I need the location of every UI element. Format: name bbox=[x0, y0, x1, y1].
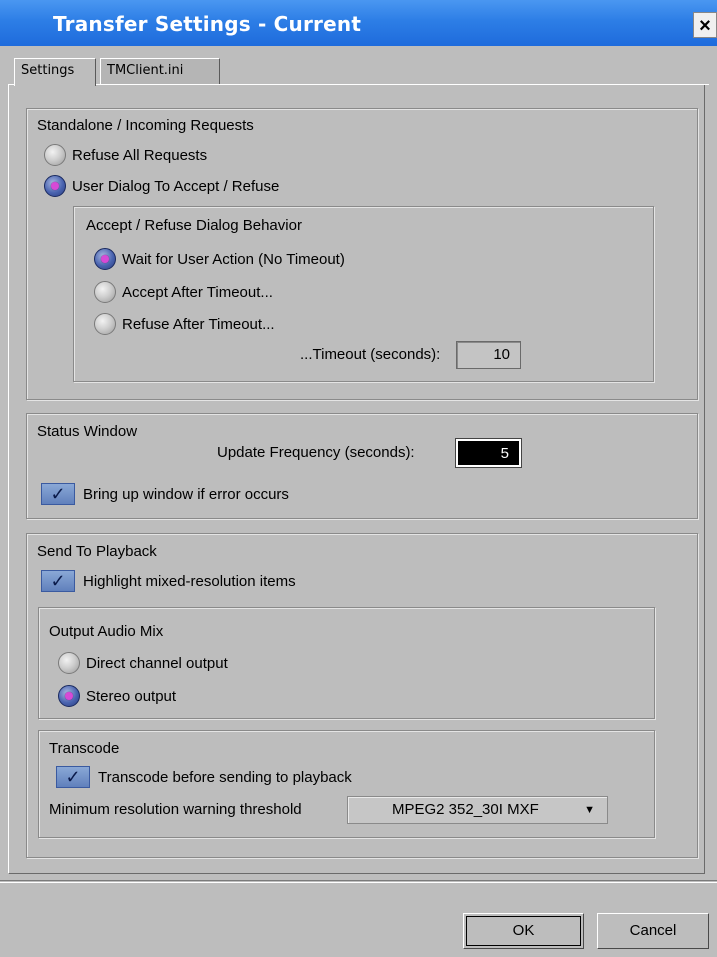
highlight-mixed-label: Highlight mixed-resolution items bbox=[83, 572, 296, 590]
checkmark-icon: ✓ bbox=[56, 766, 90, 788]
ok-button[interactable]: OK bbox=[463, 913, 584, 949]
radio-off-icon bbox=[94, 313, 116, 335]
user-dialog-radio[interactable]: User Dialog To Accept / Refuse bbox=[44, 175, 279, 197]
wait-user-action-radio[interactable]: Wait for User Action (No Timeout) bbox=[94, 248, 345, 270]
resolution-threshold-value: MPEG2 352_30I MXF bbox=[392, 801, 539, 818]
close-icon: × bbox=[699, 15, 711, 37]
cancel-button[interactable]: Cancel bbox=[597, 913, 709, 949]
tab-tmclient-ini[interactable]: TMClient.ini bbox=[100, 58, 220, 84]
resolution-threshold-label: Minimum resolution warning threshold bbox=[49, 801, 302, 818]
refuse-after-timeout-radio[interactable]: Refuse After Timeout... bbox=[94, 313, 275, 335]
update-frequency-label: Update Frequency (seconds): bbox=[217, 444, 415, 461]
dialog-behavior-legend: Accept / Refuse Dialog Behavior bbox=[86, 217, 302, 234]
wait-user-action-label: Wait for User Action (No Timeout) bbox=[122, 250, 345, 268]
window-title: Transfer Settings - Current bbox=[53, 12, 362, 36]
stereo-output-radio[interactable]: Stereo output bbox=[58, 685, 176, 707]
transcode-label: Transcode before sending to playback bbox=[98, 768, 352, 786]
transcode-legend: Transcode bbox=[49, 740, 120, 757]
output-audio-mix-legend: Output Audio Mix bbox=[49, 623, 164, 640]
resolution-threshold-select[interactable]: MPEG2 352_30I MXF ▼ bbox=[347, 796, 608, 824]
status-window-legend: Status Window bbox=[37, 423, 138, 440]
radio-off-icon bbox=[94, 281, 116, 303]
radio-on-icon bbox=[44, 175, 66, 197]
tab-divider bbox=[8, 84, 709, 85]
transfer-settings-window: Transfer Settings - Current × Settings T… bbox=[0, 0, 717, 957]
radio-off-icon bbox=[58, 652, 80, 674]
transcode-checkbox[interactable]: ✓ Transcode before sending to playback bbox=[56, 766, 352, 788]
stereo-output-label: Stereo output bbox=[86, 687, 177, 705]
radio-off-icon bbox=[44, 144, 66, 166]
close-button[interactable]: × bbox=[693, 12, 717, 38]
chevron-down-icon: ▼ bbox=[584, 804, 595, 816]
footer-divider bbox=[0, 880, 717, 881]
send-to-playback-legend: Send To Playback bbox=[37, 543, 157, 560]
accept-after-timeout-label: Accept After Timeout... bbox=[122, 283, 273, 301]
refuse-all-radio[interactable]: Refuse All Requests bbox=[44, 144, 207, 166]
refuse-after-timeout-label: Refuse After Timeout... bbox=[122, 315, 275, 333]
tab-settings[interactable]: Settings bbox=[14, 58, 96, 86]
checkmark-icon: ✓ bbox=[41, 570, 75, 592]
bring-up-window-checkbox[interactable]: ✓ Bring up window if error occurs bbox=[41, 483, 289, 505]
update-frequency-field[interactable]: 5 bbox=[455, 438, 522, 468]
direct-channel-label: Direct channel output bbox=[86, 654, 228, 672]
radio-on-icon bbox=[58, 685, 80, 707]
title-bar: Transfer Settings - Current × bbox=[0, 0, 717, 46]
standalone-requests-legend: Standalone / Incoming Requests bbox=[37, 117, 254, 134]
refuse-all-label: Refuse All Requests bbox=[72, 146, 208, 164]
radio-on-icon bbox=[94, 248, 116, 270]
checkmark-icon: ✓ bbox=[41, 483, 75, 505]
timeout-seconds-field[interactable]: 10 bbox=[456, 341, 521, 369]
direct-channel-radio[interactable]: Direct channel output bbox=[58, 652, 228, 674]
accept-after-timeout-radio[interactable]: Accept After Timeout... bbox=[94, 281, 273, 303]
user-dialog-label: User Dialog To Accept / Refuse bbox=[72, 177, 280, 195]
timeout-label: ...Timeout (seconds): bbox=[300, 346, 441, 363]
bring-up-window-label: Bring up window if error occurs bbox=[83, 485, 289, 503]
highlight-mixed-checkbox[interactable]: ✓ Highlight mixed-resolution items bbox=[41, 570, 296, 592]
